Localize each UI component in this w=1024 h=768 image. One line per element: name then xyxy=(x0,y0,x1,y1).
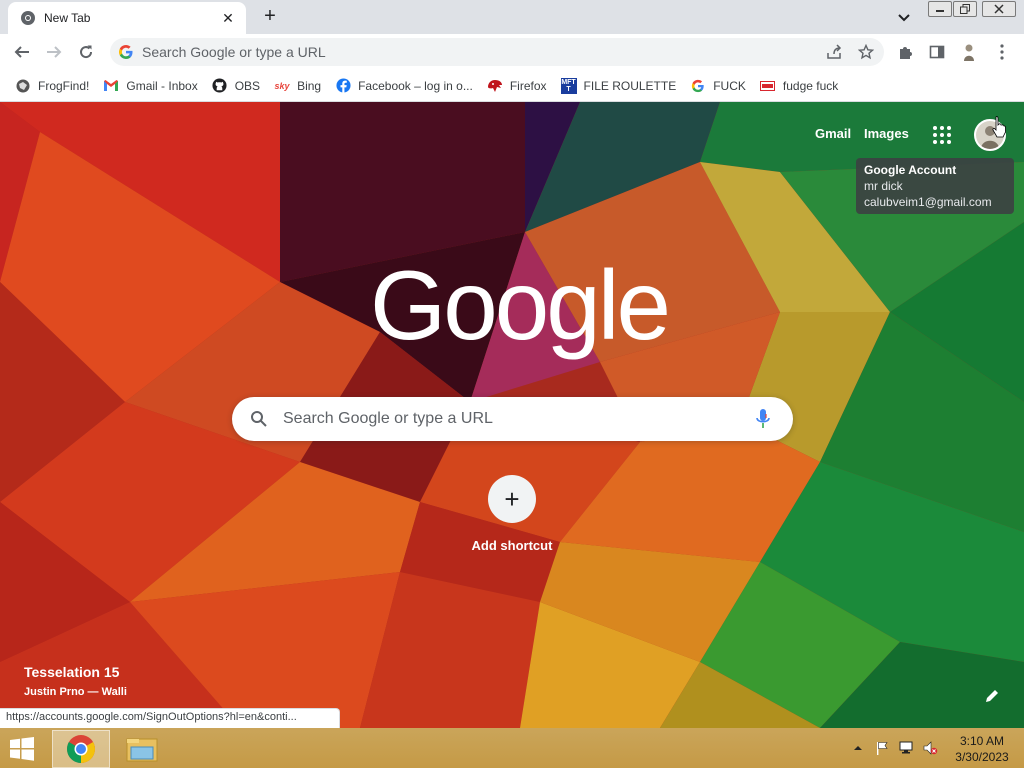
clock-date: 3/30/2023 xyxy=(955,750,1009,764)
new-tab-button[interactable]: + xyxy=(258,6,282,28)
profile-button[interactable] xyxy=(961,44,977,61)
windows-start-icon[interactable] xyxy=(6,736,38,762)
status-url-bubble: https://accounts.google.com/SignOutOptio… xyxy=(0,708,340,728)
bookmark-fudge-fuck[interactable]: fudge fuck xyxy=(753,74,845,98)
minimize-button[interactable] xyxy=(928,1,952,17)
reload-button[interactable] xyxy=(76,42,96,62)
tooltip-title: Google Account xyxy=(864,163,957,177)
tab-title: New Tab xyxy=(44,11,91,25)
taskbar-file-explorer[interactable] xyxy=(113,730,171,768)
bookmark-label: FILE ROULETTE xyxy=(583,78,677,93)
google-logo: Google xyxy=(370,250,671,360)
bookmark-gmail[interactable]: Gmail - Inbox xyxy=(96,74,204,98)
google-apps-icon[interactable] xyxy=(932,125,952,145)
profile-avatar-icon xyxy=(964,44,974,61)
back-arrow-icon xyxy=(14,46,29,58)
tooltip-name: mr dick xyxy=(864,179,903,193)
google-g-icon xyxy=(119,45,133,59)
background-author[interactable]: Justin Prno — Walli xyxy=(24,686,127,698)
bookmark-label: Gmail - Inbox xyxy=(126,78,198,93)
bing-icon: sky xyxy=(274,80,290,91)
voice-search-icon[interactable] xyxy=(755,408,771,430)
bookmark-label: Bing xyxy=(297,78,322,93)
ntp-search-box[interactable]: Search Google or type a URL xyxy=(232,397,793,441)
bookmark-label: Facebook – log in o... xyxy=(358,78,473,93)
minimize-icon xyxy=(936,10,944,12)
facebook-icon xyxy=(335,78,351,94)
bookmark-facebook[interactable]: Facebook – log in o... xyxy=(328,74,480,98)
taskbar-clock[interactable]: 3:10 AM 3/30/2023 xyxy=(948,733,1016,765)
hand-cursor-icon xyxy=(992,116,1006,138)
tooltip-email: calubveim1@gmail.com xyxy=(864,195,992,209)
chrome-menu-button[interactable] xyxy=(994,44,1010,60)
show-hidden-icons-icon[interactable] xyxy=(850,740,866,756)
address-input[interactable] xyxy=(142,44,802,60)
file-explorer-icon xyxy=(126,738,158,762)
customize-pencil-icon[interactable] xyxy=(984,688,1000,704)
search-icon xyxy=(251,411,267,427)
tab-new-tab[interactable]: New Tab ✕ xyxy=(8,2,246,34)
bookmark-firefox[interactable]: Firefox xyxy=(480,74,554,98)
bookmark-bing[interactable]: sky Bing xyxy=(267,74,328,98)
chrome-icon xyxy=(21,11,35,25)
restore-button[interactable] xyxy=(953,1,977,17)
add-shortcut-label[interactable]: Add shortcut xyxy=(452,538,572,553)
action-center-flag-icon[interactable] xyxy=(874,740,890,756)
mft-icon: MFT T xyxy=(560,77,577,94)
gmail-link[interactable]: Gmail xyxy=(815,126,851,141)
extensions-button[interactable] xyxy=(898,44,914,60)
bookmark-label: Firefox xyxy=(509,78,547,93)
new-tab-page: Gmail Images Google Account mr dick calu… xyxy=(0,102,1024,728)
side-panel-icon xyxy=(929,45,945,59)
bookmark-file-roulette[interactable]: MFT T FILE ROULETTE xyxy=(554,74,684,98)
tab-strip: New Tab ✕ + xyxy=(0,0,1024,34)
bookmark-obs[interactable]: OBS xyxy=(205,74,267,98)
chrome-icon xyxy=(67,735,95,763)
google-icon xyxy=(690,78,706,94)
taskbar-chrome[interactable] xyxy=(52,730,110,768)
tab-close-icon[interactable]: ✕ xyxy=(220,10,236,26)
bookmark-label: FUCK xyxy=(713,78,746,93)
close-icon xyxy=(994,4,1004,14)
taskbar: 3:10 AM 3/30/2023 xyxy=(0,728,1024,768)
bookmark-label: OBS xyxy=(234,78,261,93)
bookmark-frogfind[interactable]: FrogFind! xyxy=(8,74,96,98)
forward-button[interactable] xyxy=(44,42,64,62)
frogfind-icon xyxy=(15,78,31,94)
ntp-search-placeholder: Search Google or type a URL xyxy=(283,410,493,427)
add-shortcut-button[interactable]: + xyxy=(488,475,536,523)
close-window-button[interactable] xyxy=(982,1,1016,17)
back-button[interactable] xyxy=(12,42,32,62)
address-bar[interactable] xyxy=(110,38,884,66)
more-vert-icon xyxy=(1000,44,1004,60)
github-icon xyxy=(212,78,228,94)
reload-icon xyxy=(80,45,93,59)
clock-time: 3:10 AM xyxy=(959,734,1005,748)
puzzle-icon xyxy=(900,47,912,59)
bookmark-label: fudge fuck xyxy=(782,78,839,93)
toolbar xyxy=(0,34,1024,70)
bookmarks-bar: FrogFind! Gmail - Inbox OBS sky Bing Fac… xyxy=(0,70,1024,102)
site-icon xyxy=(760,78,776,94)
background-title[interactable]: Tesselation 15 xyxy=(24,664,119,680)
bookmark-fuck[interactable]: FUCK xyxy=(683,74,753,98)
account-tooltip: Google Account mr dick calubveim1@gmail.… xyxy=(856,158,1014,214)
tab-search-chevron-icon[interactable] xyxy=(896,9,912,25)
restore-icon xyxy=(960,4,970,14)
side-panel-button[interactable] xyxy=(929,44,945,60)
share-icon[interactable] xyxy=(826,44,842,60)
network-icon[interactable] xyxy=(898,740,914,756)
bookmark-star-icon[interactable] xyxy=(858,44,874,60)
gmail-icon xyxy=(103,78,119,94)
forward-arrow-icon xyxy=(47,46,62,58)
bookmark-label: FrogFind! xyxy=(38,78,90,93)
volume-muted-icon[interactable] xyxy=(922,740,938,756)
firefox-icon xyxy=(487,78,503,94)
images-link[interactable]: Images xyxy=(864,126,909,141)
